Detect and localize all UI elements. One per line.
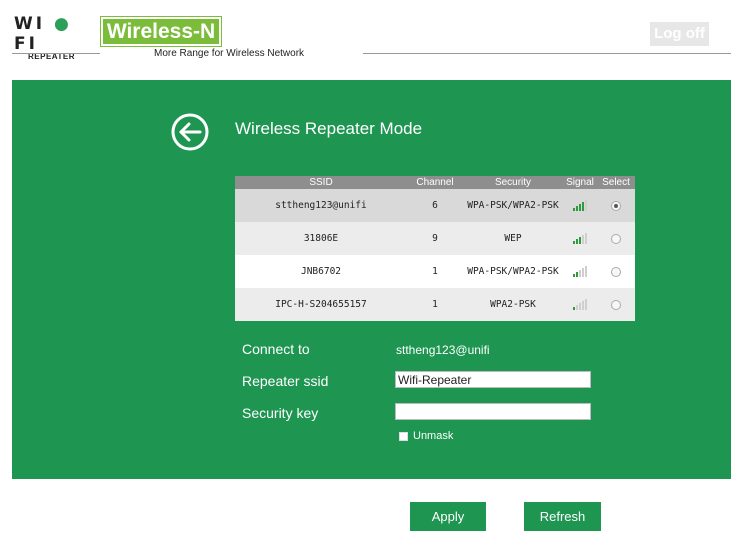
security-cell: WEP (504, 233, 522, 244)
channel-cell: 6 (432, 200, 438, 211)
select-cell (597, 288, 635, 321)
refresh-button[interactable]: Refresh (524, 502, 601, 531)
select-cell (597, 222, 635, 255)
column-header-signal: Signal (566, 177, 594, 188)
column-header-select: Select (602, 177, 630, 188)
signal-cell (563, 255, 597, 288)
table-row[interactable]: 31806E 9 WEP (235, 222, 635, 255)
main-panel: Wireless Repeater Mode SSID Channel Secu… (12, 80, 731, 479)
table-row[interactable]: IPC-H-S204655157 1 WPA2-PSK (235, 288, 635, 321)
channel-cell: 9 (432, 233, 438, 244)
signal-strength-icon (573, 200, 587, 211)
security-cell: WPA-PSK/WPA2-PSK (467, 200, 559, 211)
select-cell (597, 189, 635, 222)
column-header-ssid: SSID (309, 177, 333, 188)
channel-cell: 1 (432, 299, 438, 310)
page-title: Wireless Repeater Mode (235, 119, 423, 138)
security-key-input[interactable] (395, 403, 591, 420)
unmask-label: Unmask (413, 430, 454, 442)
tagline: More Range for Wireless Network (154, 48, 305, 59)
select-cell (597, 255, 635, 288)
signal-strength-icon (573, 299, 587, 310)
select-radio[interactable] (611, 266, 621, 277)
column-header-channel: Channel (416, 177, 454, 188)
signal-strength-icon (573, 266, 587, 277)
signal-cell (563, 222, 597, 255)
table-header: SSID Channel Security Signal Select (235, 176, 635, 189)
ssid-cell: JNB6702 (300, 266, 342, 277)
logo-dot-icon: ● (54, 14, 72, 34)
channel-cell: 1 (432, 266, 438, 277)
table-row[interactable]: JNB6702 1 WPA-PSK/WPA2-PSK (235, 255, 635, 288)
select-radio[interactable] (611, 233, 621, 244)
header-divider-right (363, 53, 731, 54)
security-cell: WPA-PSK/WPA2-PSK (467, 266, 559, 277)
logoff-button[interactable]: Log off (650, 22, 709, 46)
header-divider-left (12, 53, 100, 54)
repeater-ssid-input[interactable] (395, 371, 591, 388)
unmask-checkbox[interactable] (399, 432, 408, 441)
ssid-cell: IPC-H-S204655157 (275, 299, 367, 310)
ssid-cell: 31806E (303, 233, 339, 244)
signal-cell (563, 189, 597, 222)
column-header-security: Security (494, 177, 532, 188)
connect-to-value: sttheng123@unifi (396, 343, 490, 357)
network-table: SSID Channel Security Signal Select stth… (235, 176, 635, 321)
table-row[interactable]: sttheng123@unifi 6 WPA-PSK/WPA2-PSK (235, 189, 635, 222)
arrow-left-circle-icon[interactable] (170, 112, 210, 152)
logo-wordmark: WI ● FI (14, 14, 72, 54)
repeater-ssid-label: Repeater ssid (242, 373, 329, 389)
signal-cell (563, 288, 597, 321)
connect-to-label: Connect to (242, 341, 310, 357)
ssid-cell: sttheng123@unifi (275, 200, 367, 211)
apply-button[interactable]: Apply (410, 502, 486, 531)
select-radio[interactable] (611, 200, 621, 211)
brand-badge: Wireless-N (101, 17, 221, 46)
select-radio[interactable] (611, 299, 621, 310)
security-key-label: Security key (242, 405, 319, 421)
signal-strength-icon (573, 233, 587, 244)
security-cell: WPA2-PSK (490, 299, 536, 310)
